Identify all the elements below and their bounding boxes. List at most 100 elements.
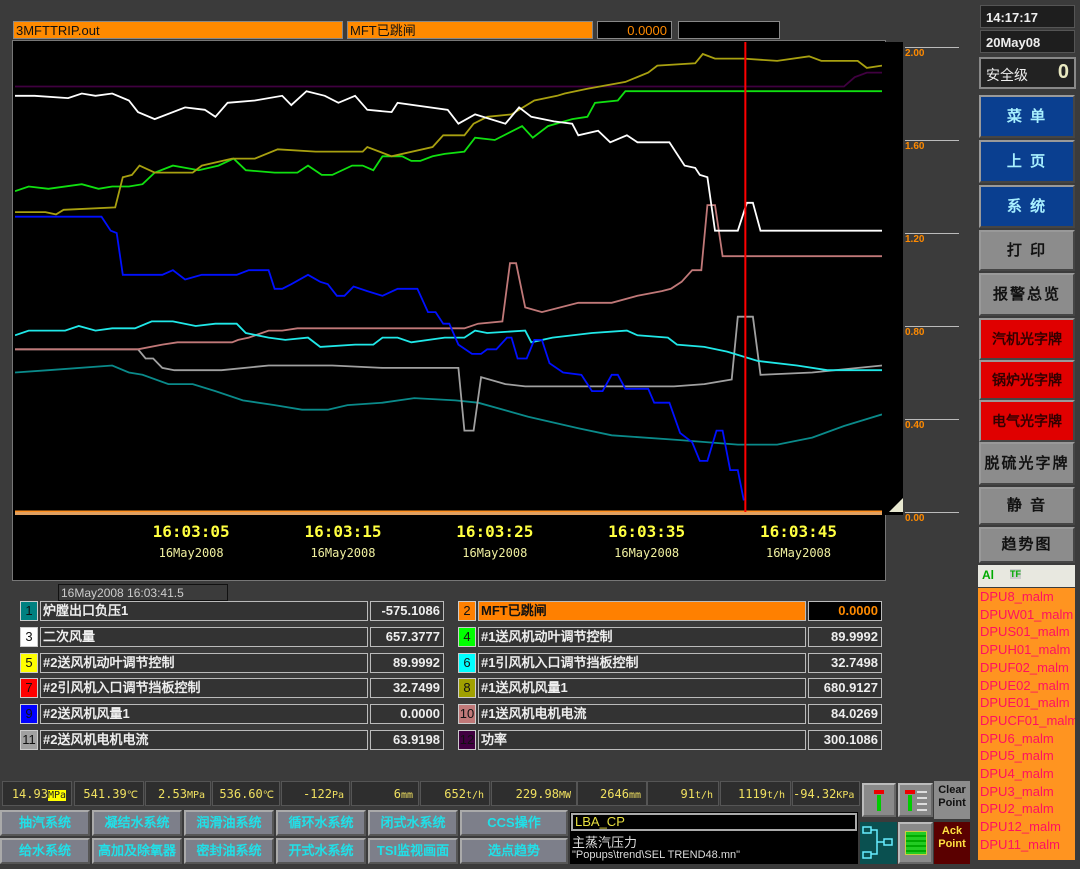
legend-value: 680.9127	[808, 678, 882, 699]
x-tick-label: 16:03:05	[152, 522, 230, 541]
status-cell[interactable]: 14.93MPa	[2, 781, 72, 806]
alarm-item[interactable]: DPU3_malm	[980, 783, 1075, 801]
legend-row[interactable]: 9 #2送风机风量1 0.0000	[20, 704, 446, 725]
alarm-item[interactable]: DPUS01_malm	[980, 623, 1075, 641]
legend-row[interactable]: 1 炉膛出口负压1 -575.1086	[20, 601, 446, 621]
clock-date: 20May08	[980, 30, 1075, 53]
status-cell[interactable]: -122Pa	[281, 781, 350, 806]
info-panel: LBA_CP 主蒸汽压力 "Popups\trend\SEL TREND48.m…	[570, 812, 858, 864]
nav-button[interactable]: 凝结水系统	[92, 810, 182, 836]
legend-value: 32.7499	[370, 678, 444, 699]
series-line-11	[15, 315, 882, 432]
alarm-item[interactable]: DPUCF01_malm	[980, 712, 1075, 730]
nav-button[interactable]: CCS操作	[460, 810, 568, 836]
nav-button[interactable]: 开式水系统	[276, 838, 366, 864]
alarm-item[interactable]: DPU8_malm	[980, 588, 1075, 606]
sidebar-button[interactable]: 电气光字牌	[979, 400, 1075, 442]
legend-row[interactable]: 2 MFT已跳闸 0.0000	[458, 601, 884, 621]
sidebar-button[interactable]: 静 音	[979, 487, 1075, 525]
sidebar-button[interactable]: 趋势图	[979, 527, 1075, 563]
safety-level: 安全级 0	[979, 57, 1076, 89]
nav-button[interactable]: 润滑油系统	[184, 810, 274, 836]
status-cell[interactable]: -94.32KPa	[792, 781, 860, 806]
nav-button[interactable]: TSI监视画面	[368, 838, 458, 864]
scale-handle-icon[interactable]	[889, 498, 903, 512]
alarm-item[interactable]: DPU12_malm	[980, 818, 1075, 836]
nav-button[interactable]: 循环水系统	[276, 810, 366, 836]
sidebar-button[interactable]: 打 印	[979, 230, 1075, 271]
nav-button[interactable]: 高加及除氧器	[92, 838, 182, 864]
legend-row[interactable]: 12 功率 300.1086	[458, 730, 884, 750]
status-cell[interactable]: 541.39℃	[74, 781, 144, 806]
sidebar-button[interactable]: 上 页	[979, 140, 1075, 183]
sidebar-button[interactable]: 菜 单	[979, 95, 1075, 138]
alarm-list[interactable]: DPU8_malm DPUW01_malm DPUS01_malm DPUH01_ma…	[978, 588, 1075, 860]
alarm-item[interactable]: DPUE01_malm	[980, 694, 1075, 712]
sidebar-button[interactable]: 脱硫光字牌	[979, 442, 1075, 485]
status-cell[interactable]: 1119t/h	[720, 781, 791, 806]
alarm-item[interactable]: DPUF02_malm	[980, 659, 1075, 677]
series-line-1	[15, 364, 882, 446]
alarm-item[interactable]: DPU11_malm	[980, 836, 1075, 854]
sidebar-button[interactable]: 系 统	[979, 185, 1075, 228]
status-unit: t/h	[465, 790, 484, 801]
status-cell[interactable]: 2646mm	[577, 781, 647, 806]
y-tick-label: 1.60	[905, 141, 925, 152]
series-line-10	[15, 204, 882, 351]
legend-row[interactable]: 3 二次风量 657.3777	[20, 626, 446, 647]
nav-button[interactable]: 闭式水系统	[368, 810, 458, 836]
trend-extra-field	[678, 21, 780, 39]
alarm-item[interactable]: DPUE02_malm	[980, 677, 1075, 695]
nav-button[interactable]: 选点趋势	[460, 838, 568, 864]
legend-row[interactable]: 5 #2送风机动叶调节控制 89.9992	[20, 652, 446, 673]
status-value: 541.39	[83, 787, 127, 801]
status-cell[interactable]: 536.60℃	[212, 781, 280, 806]
trend-grid-button[interactable]	[898, 822, 933, 864]
legend-row[interactable]: 4 #1送风机动叶调节控制 89.9992	[458, 626, 884, 647]
tab-tf-alarms[interactable]: TF	[1010, 569, 1021, 579]
ack-point-button[interactable]: Ack Point	[934, 822, 970, 864]
nav-button[interactable]: 抽汽系统	[0, 810, 90, 836]
status-cell[interactable]: 6mm	[351, 781, 419, 806]
alarm-item[interactable]: DPU5_malm	[980, 747, 1075, 765]
legend-row[interactable]: 11 #2送风机电机电流 63.9198	[20, 730, 446, 750]
legend-row[interactable]: 8 #1送风机风量1 680.9127	[458, 678, 884, 699]
nav-button[interactable]: 给水系统	[0, 838, 90, 864]
alarm-item[interactable]: DPU2_malm	[980, 800, 1075, 818]
status-cell[interactable]: 2.53MPa	[145, 781, 211, 806]
y-tick-label: 1.20	[905, 234, 925, 245]
legend-name: 炉膛出口负压1	[40, 601, 368, 621]
legend-value: 0.0000	[808, 601, 882, 621]
status-cell[interactable]: 652t/h	[420, 781, 490, 806]
trend-plot[interactable]	[15, 42, 882, 514]
trend-point-button[interactable]	[862, 783, 896, 817]
bar-icon	[874, 790, 884, 794]
point-tag-input[interactable]: LBA_CP	[571, 813, 857, 831]
status-cell[interactable]: 229.98MW	[491, 781, 577, 806]
legend-swatch: 1	[20, 601, 38, 621]
nav-button[interactable]: 密封油系统	[184, 838, 274, 864]
sidebar-button[interactable]: 报警总览	[979, 273, 1075, 316]
legend-row[interactable]: 6 #1引风机入口调节挡板控制 32.7498	[458, 652, 884, 673]
trend-value-field: 0.0000	[597, 21, 672, 39]
legend-row[interactable]: 7 #2引风机入口调节挡板控制 32.7499	[20, 678, 446, 699]
legend-swatch: 12	[458, 730, 476, 750]
legend-name: #1送风机风量1	[478, 678, 806, 699]
legend-row[interactable]: 10 #1送风机电机电流 84.0269	[458, 704, 884, 725]
trend-tag-field[interactable]: 3MFTTRIP.out	[13, 21, 343, 39]
legend-value: 657.3777	[370, 626, 444, 647]
tab-all-alarms[interactable]: Al	[982, 568, 994, 582]
sidebar-button[interactable]: 锅炉光字牌	[979, 360, 1075, 400]
alarm-item[interactable]: DPU4_malm	[980, 765, 1075, 783]
trend-desc-field: MFT已跳闸	[347, 21, 593, 39]
network-button[interactable]	[860, 822, 897, 864]
status-value: 536.60	[219, 787, 263, 801]
status-cell[interactable]: 91t/h	[647, 781, 719, 806]
alarm-item[interactable]: DPUH01_malm	[980, 641, 1075, 659]
sidebar-button[interactable]: 汽机光字牌	[979, 318, 1075, 360]
alarm-item[interactable]: DPUW01_malm	[980, 606, 1075, 624]
trend-list-button[interactable]	[898, 783, 933, 817]
alarm-item[interactable]: DPU6_malm	[980, 730, 1075, 748]
legend-name: #2送风机电机电流	[40, 730, 368, 750]
clear-point-button[interactable]: Clear Point	[934, 781, 970, 819]
